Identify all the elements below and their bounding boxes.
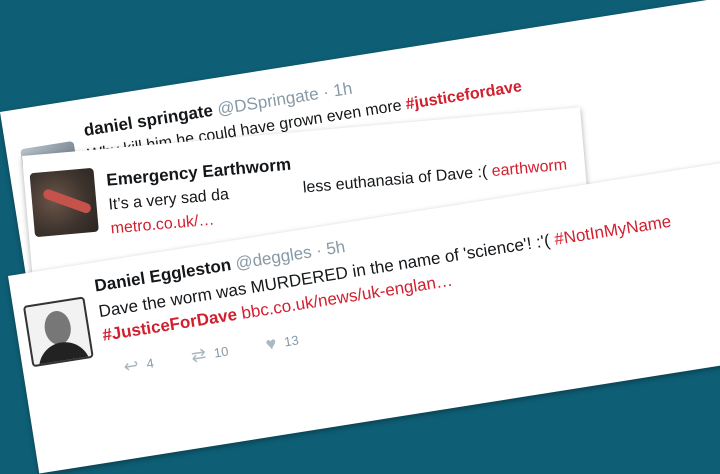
tweet-time[interactable]: · 1h xyxy=(322,79,354,102)
tweet-body: It’s a very sad da xyxy=(107,186,230,214)
reply-icon: ↩ xyxy=(122,354,141,377)
user-handle[interactable]: @deggles xyxy=(234,242,313,273)
retweet-count: 10 xyxy=(212,343,230,361)
retweet-icon: ⇄ xyxy=(189,344,208,367)
reply-button[interactable]: ↩ 4 xyxy=(122,352,155,377)
tweet-time[interactable]: · 5h xyxy=(315,237,347,260)
hashtag-link[interactable]: earthworm xyxy=(491,157,568,181)
avatar-face xyxy=(42,309,74,347)
hashtag-link[interactable]: #NotInMyName xyxy=(553,212,673,249)
avatar-body xyxy=(35,338,91,368)
article-link[interactable]: metro.co.uk/… xyxy=(110,212,215,238)
reply-count: 4 xyxy=(145,355,155,372)
hashtag-link[interactable]: #justicefordave xyxy=(404,78,523,113)
earthworm-image xyxy=(41,187,93,215)
heart-icon: ♥ xyxy=(264,332,278,355)
like-button[interactable]: ♥ 13 xyxy=(264,329,300,355)
avatar[interactable] xyxy=(22,296,94,368)
avatar[interactable] xyxy=(29,167,99,238)
tweet-body-fragment: less euthanasia of Dave :( xyxy=(302,163,489,197)
like-count: 13 xyxy=(283,332,300,350)
retweet-button[interactable]: ⇄ 10 xyxy=(190,341,230,368)
tweet-link-line: metro.co.uk/… xyxy=(110,212,215,239)
